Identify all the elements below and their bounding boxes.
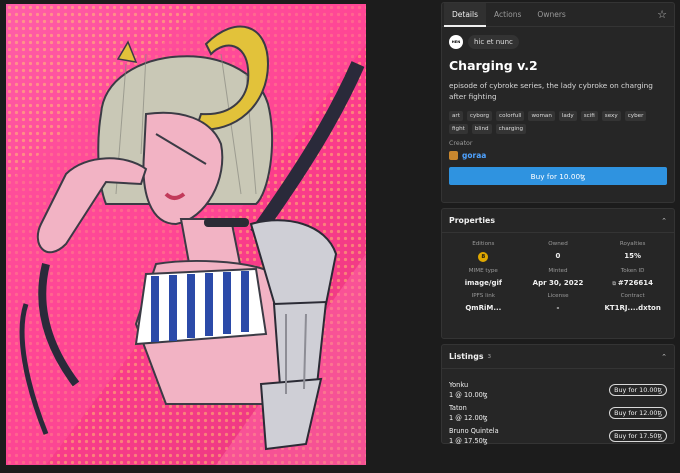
listings-header[interactable]: Listings 3 ⌃: [442, 345, 674, 369]
creator-name[interactable]: goraa: [462, 151, 486, 160]
artwork-image[interactable]: [6, 4, 366, 465]
property-key: License: [547, 293, 569, 299]
properties-header[interactable]: Properties ⌃: [442, 209, 674, 233]
listing-buy-button[interactable]: Buy for 12.00ꜩ: [609, 406, 667, 419]
artwork-illustration: [6, 4, 366, 465]
property-key: MIME type: [468, 268, 498, 274]
tag[interactable]: art: [449, 111, 463, 121]
property-value: Apr 30, 2022: [532, 279, 584, 287]
property-minted: Minted Apr 30, 2022: [521, 268, 596, 287]
chevron-up-icon[interactable]: ⌃: [661, 217, 667, 225]
property-key: Contract: [620, 293, 645, 299]
property-editions: Editions 8: [446, 241, 521, 262]
creator-link[interactable]: goraa: [449, 151, 667, 160]
listings-title: Listings: [449, 352, 484, 361]
seller-name[interactable]: Taton: [449, 404, 609, 412]
tab-bar: Details Actions Owners ☆: [442, 2, 674, 27]
tab-owners[interactable]: Owners: [529, 3, 573, 27]
properties-panel: Properties ⌃ Editions 8 Owned 0 Royaltie…: [441, 208, 675, 339]
marketplace-source[interactable]: HEN hic et nunc: [449, 35, 667, 49]
seller-name[interactable]: Bruno Quintela: [449, 427, 609, 435]
listing-row: Bruno Quintela 1 @ 17.50ꜩ Buy for 17.50ꜩ: [449, 424, 667, 447]
hen-logo-icon: HEN: [449, 35, 463, 49]
marketplace-label: hic et nunc: [468, 35, 519, 49]
property-key: Royalties: [619, 241, 646, 247]
property-owned: Owned 0: [521, 241, 596, 262]
tag[interactable]: lady: [558, 111, 577, 121]
property-contract: Contract KT1RJ....dxton: [595, 293, 670, 312]
property-ipfs: IPFS link QmRiM...: [446, 293, 521, 312]
tag[interactable]: woman: [528, 111, 555, 121]
property-token-id: Token ID ⧉ #726614: [595, 268, 670, 287]
property-key: Editions: [472, 241, 495, 247]
property-value: 0: [555, 252, 561, 260]
listings-panel: Listings 3 ⌃ Yonku 1 @ 10.00ꜩ Buy for 10…: [441, 344, 675, 447]
property-key: Owned: [548, 241, 568, 247]
properties-title: Properties: [449, 216, 495, 225]
token-id-value: #726614: [617, 279, 653, 287]
tag[interactable]: cyborg: [466, 111, 493, 121]
listing-row: Yonku 1 @ 10.00ꜩ Buy for 10.00ꜩ: [449, 378, 667, 401]
creator-label: Creator: [449, 140, 473, 147]
ipfs-link[interactable]: QmRiM...: [446, 304, 521, 312]
listing-buy-button[interactable]: Buy for 10.00ꜩ: [609, 383, 667, 396]
property-royalties: Royalties 15%: [595, 241, 670, 262]
listings-count: 3: [487, 353, 492, 360]
chevron-up-icon[interactable]: ⌃: [661, 353, 667, 361]
property-key: Minted: [548, 268, 568, 274]
tag[interactable]: colorfull: [496, 111, 525, 121]
property-mime: MIME type image/gif: [446, 268, 521, 287]
properties-grid: Editions 8 Owned 0 Royalties 15% MIME ty…: [442, 233, 674, 312]
listing-price: 1 @ 10.00ꜩ: [449, 390, 488, 399]
tag[interactable]: fight: [449, 124, 468, 134]
property-value: image/gif: [464, 279, 502, 287]
details-panel: Details Actions Owners ☆ HEN hic et nunc…: [441, 2, 675, 203]
property-license: License -: [521, 293, 596, 312]
property-key: Token ID: [620, 268, 645, 274]
tag[interactable]: scifi: [580, 111, 598, 121]
property-value[interactable]: ⧉ #726614: [595, 279, 670, 287]
creator-avatar: [449, 151, 458, 160]
editions-badge: 8: [478, 252, 489, 262]
contract-link[interactable]: KT1RJ....dxton: [595, 304, 670, 312]
listing-price: 1 @ 17.50ꜩ: [449, 436, 488, 445]
listing-buy-button[interactable]: Buy for 17.50ꜩ: [609, 429, 667, 442]
property-value: -: [556, 304, 560, 312]
tag[interactable]: blind: [471, 124, 492, 134]
tag[interactable]: cyber: [624, 111, 647, 121]
link-icon: ⧉: [612, 281, 616, 287]
listing-row: Taton 1 @ 12.00ꜩ Buy for 12.00ꜩ: [449, 401, 667, 424]
property-key: IPFS link: [471, 293, 496, 299]
star-icon[interactable]: ☆: [650, 8, 674, 21]
token-title: Charging v.2: [449, 58, 538, 73]
tab-details[interactable]: Details: [444, 2, 487, 27]
tag-list: art cyborg colorfull woman lady scifi se…: [449, 111, 667, 134]
property-value: 15%: [624, 252, 642, 260]
tag[interactable]: charging: [495, 124, 527, 134]
listing-price: 1 @ 12.00ꜩ: [449, 413, 488, 422]
tag[interactable]: sexy: [601, 111, 621, 121]
property-value: 8: [446, 252, 521, 262]
tab-actions[interactable]: Actions: [486, 3, 529, 27]
buy-button[interactable]: Buy for 10.00ꜩ: [449, 167, 667, 185]
seller-name[interactable]: Yonku: [449, 381, 609, 389]
token-description: episode of cybroke series, the lady cybr…: [449, 81, 653, 101]
